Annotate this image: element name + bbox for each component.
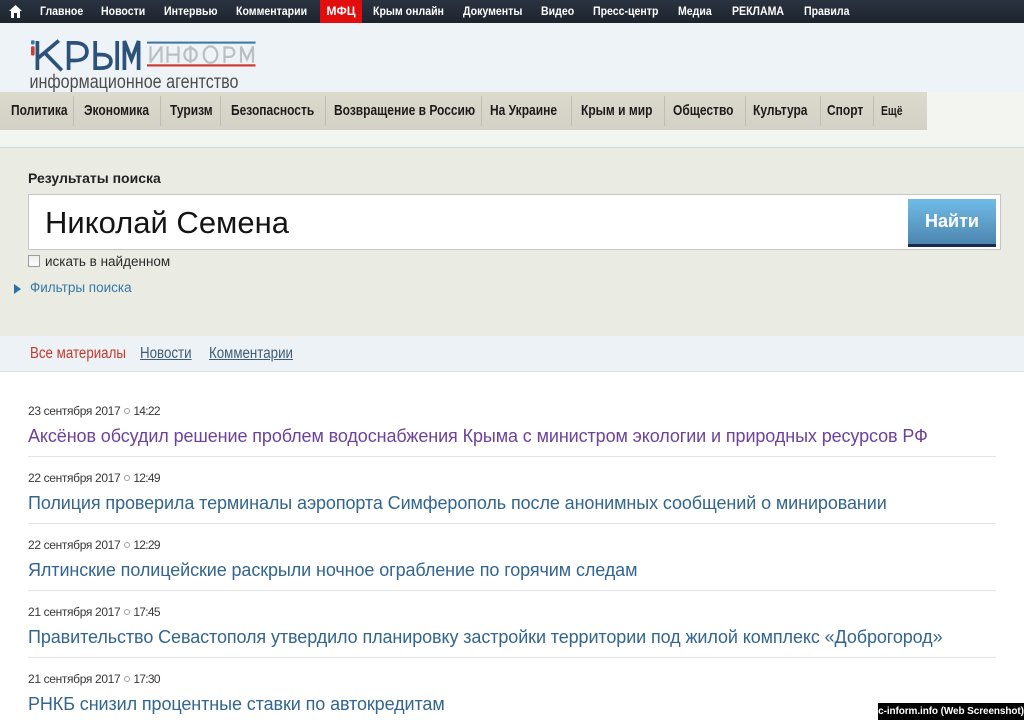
svg-text:информационное агентство: информационное агентство (30, 72, 239, 92)
